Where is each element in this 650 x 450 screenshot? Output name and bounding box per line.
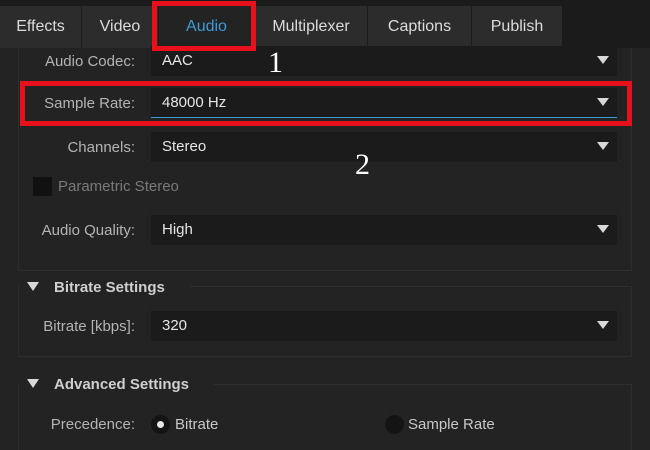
sample-rate-highlight (20, 81, 632, 126)
tab-publish[interactable]: Publish (472, 6, 563, 48)
bitrate-dropdown[interactable]: 320 (151, 311, 617, 341)
precedence-bitrate-radio[interactable] (151, 415, 170, 434)
advanced-section-rule (213, 384, 632, 385)
bitrate-settings-title: Bitrate Settings (54, 279, 165, 296)
advanced-border-right (631, 384, 632, 450)
audio-quality-dropdown[interactable]: High (151, 215, 617, 245)
bitrate-border-left (18, 286, 19, 356)
audio-codec-label: Audio Codec: (44, 53, 135, 70)
parametric-stereo-checkbox[interactable] (33, 177, 52, 196)
tab-effects[interactable]: Effects (0, 6, 82, 48)
bitrate-section-rule (190, 286, 632, 287)
precedence-sample-rate-label: Sample Rate (408, 416, 495, 433)
panel-border-bottom (18, 270, 632, 271)
bitrate-border-bottom (18, 356, 632, 357)
collapse-triangle-icon[interactable] (27, 379, 39, 388)
audio-quality-value: High (162, 221, 193, 238)
channels-value: Stereo (162, 138, 207, 155)
annotation-marker-1: 1 (268, 46, 283, 79)
channels-label: Channels: (67, 139, 135, 156)
parametric-stereo-label: Parametric Stereo (58, 178, 179, 195)
precedence-sample-rate-radio[interactable] (385, 415, 404, 434)
tab-video[interactable]: Video (82, 6, 159, 48)
precedence-label: Precedence: (50, 416, 135, 433)
bitrate-border-right (631, 286, 632, 356)
advanced-settings-title: Advanced Settings (54, 376, 190, 393)
annotation-marker-2: 2 (355, 148, 370, 181)
collapse-triangle-icon[interactable] (27, 282, 39, 291)
channels-dropdown[interactable]: Stereo (151, 132, 617, 162)
tab-multiplexer[interactable]: Multiplexer (255, 6, 368, 48)
tab-bar: Effects Video Audio Multiplexer Captions… (0, 0, 650, 48)
chevron-down-icon (597, 142, 609, 150)
chevron-down-icon (597, 225, 609, 233)
chevron-down-icon (597, 56, 609, 64)
chevron-down-icon (597, 321, 609, 329)
tab-captions[interactable]: Captions (368, 6, 472, 48)
audio-quality-label: Audio Quality: (41, 222, 135, 239)
radio-selected-dot (157, 421, 164, 428)
bitrate-value: 320 (162, 317, 188, 334)
panel-border-left (18, 48, 19, 270)
audio-tab-highlight (152, 1, 256, 51)
precedence-bitrate-label: Bitrate (175, 416, 219, 433)
advanced-border-left (18, 384, 19, 450)
bitrate-label: Bitrate [kbps]: (43, 318, 135, 335)
